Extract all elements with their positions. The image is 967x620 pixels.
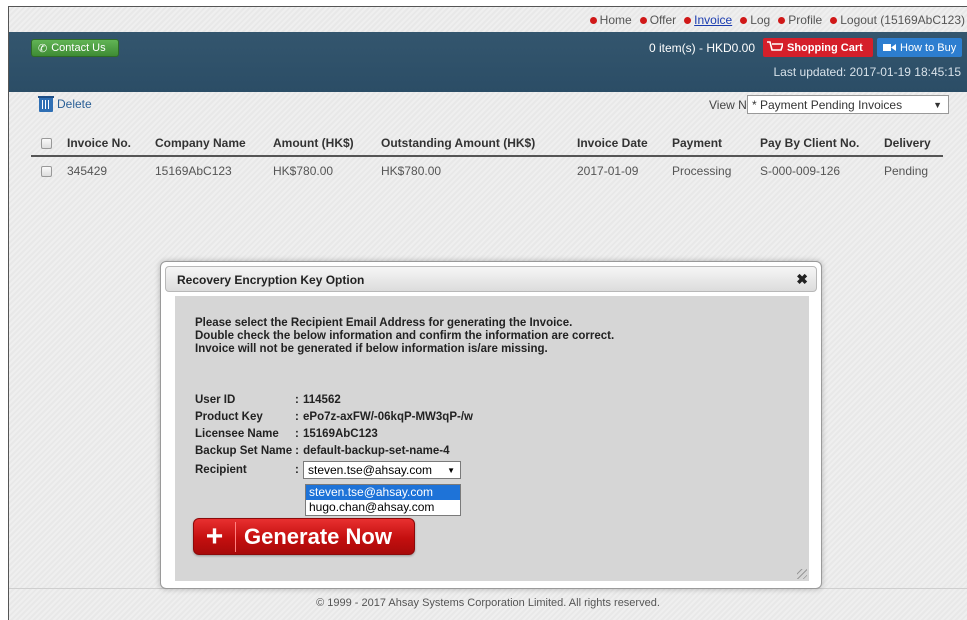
recipient-value: steven.tse@ahsay.com <box>308 463 433 477</box>
resize-grip-icon[interactable] <box>797 569 807 579</box>
product-key-label: Product Key <box>195 410 263 423</box>
recipient-select[interactable]: steven.tse@ahsay.com ▼ <box>303 461 461 479</box>
dialog-title: Recovery Encryption Key Option <box>177 273 365 287</box>
close-icon[interactable]: ✖ <box>796 271 808 288</box>
backup-set-value: default-backup-set-name-4 <box>303 444 450 457</box>
plus-icon: + <box>194 521 236 552</box>
recipient-option[interactable]: hugo.chan@ahsay.com <box>306 500 460 515</box>
info-block: User ID : 114562 Product Key : ePo7z-axF… <box>195 391 473 481</box>
generate-now-button[interactable]: + Generate Now <box>193 518 415 555</box>
dialog-instructions: Please select the Recipient Email Addres… <box>195 317 614 356</box>
recipient-row: Recipient : steven.tse@ahsay.com ▼ <box>195 459 473 481</box>
generate-now-label: Generate Now <box>244 523 392 549</box>
licensee-label: Licensee Name <box>195 427 279 440</box>
user-id-row: User ID : 114562 <box>195 393 341 406</box>
recovery-key-dialog: Recovery Encryption Key Option ✖ Please … <box>160 261 822 589</box>
dialog-header[interactable]: Recovery Encryption Key Option ✖ <box>165 266 817 292</box>
user-id-label: User ID <box>195 393 236 406</box>
product-key-value: ePo7z-axFW/-06kqP-MW3qP-/w <box>303 410 473 423</box>
product-key-row: Product Key : ePo7z-axFW/-06kqP-MW3qP-/w <box>195 410 473 423</box>
backup-set-row: Backup Set Name : default-backup-set-nam… <box>195 444 450 457</box>
dialog-body: Please select the Recipient Email Addres… <box>175 296 809 581</box>
recipient-label: Recipient <box>195 464 247 476</box>
instruction-line: Double check the below information and c… <box>195 330 615 342</box>
instruction-line: Please select the Recipient Email Addres… <box>195 317 573 329</box>
chevron-down-icon: ▼ <box>447 465 455 475</box>
licensee-row: Licensee Name : 15169AbC123 <box>195 427 378 440</box>
recipient-dropdown-list: steven.tse@ahsay.com hugo.chan@ahsay.com <box>305 484 461 516</box>
recipient-option[interactable]: steven.tse@ahsay.com <box>306 485 460 500</box>
backup-set-label: Backup Set Name <box>195 444 293 457</box>
instruction-line: Invoice will not be generated if below i… <box>195 343 548 355</box>
user-id-value: 114562 <box>303 393 341 406</box>
licensee-value: 15169AbC123 <box>303 427 378 440</box>
